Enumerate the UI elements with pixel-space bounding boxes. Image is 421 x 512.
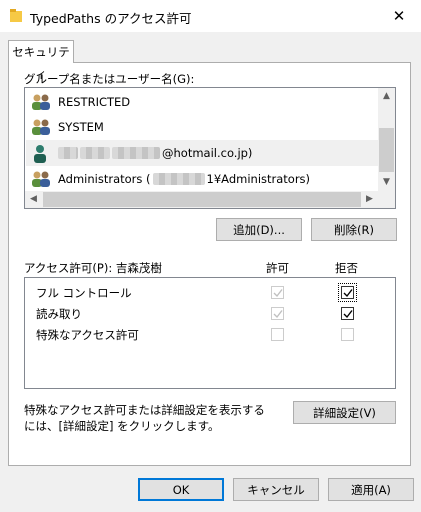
list-item[interactable]: RESTRICTED [26, 90, 378, 114]
deny-column-header: 拒否 [335, 261, 358, 275]
allow-full-control-checkbox[interactable] [271, 286, 284, 299]
permissions-list: フル コントロール 読み取り 特殊なアクセス許可 [24, 277, 396, 389]
checkmark-icon [343, 289, 353, 298]
redacted-text [112, 147, 160, 159]
scroll-thumb[interactable] [379, 128, 394, 172]
list-item-label: RESTRICTED [58, 95, 131, 109]
advanced-hint-line2: には、[詳細設定] をクリックします。 [24, 419, 220, 433]
redacted-text [152, 173, 205, 185]
scroll-down-icon[interactable]: ▼ [378, 174, 395, 191]
allow-column-header: 許可 [266, 261, 289, 275]
tab-security[interactable]: セキュリティ [8, 40, 74, 81]
redacted-text [80, 147, 110, 159]
user-icon [34, 145, 46, 163]
permission-name: フル コントロール [36, 286, 132, 300]
user-group-icon [32, 171, 50, 187]
user-group-icon [32, 119, 50, 135]
user-group-icon [32, 94, 50, 110]
advanced-hint-line1: 特殊なアクセス許可または詳細設定を表示する [24, 403, 265, 417]
scroll-right-icon[interactable]: ▶ [361, 191, 378, 208]
list-item[interactable]: SYSTEM [26, 115, 378, 139]
ok-button[interactable]: OK [138, 478, 224, 501]
close-button[interactable]: ✕ [377, 0, 421, 32]
permission-name: 読み取り [36, 307, 82, 321]
checkmark-icon [343, 310, 353, 319]
allow-read-checkbox[interactable] [271, 307, 284, 320]
scroll-corner [378, 191, 395, 208]
remove-button[interactable]: 削除(R) [311, 218, 397, 241]
advanced-button[interactable]: 詳細設定(V) [293, 401, 396, 424]
deny-full-control-checkbox[interactable] [338, 283, 357, 302]
groups-label: グループ名またはユーザー名(G): [24, 72, 195, 86]
list-item-selected[interactable]: @hotmail.co.jp) [26, 140, 378, 166]
window-title: TypedPaths のアクセス許可 [30, 11, 192, 26]
deny-read-checkbox[interactable] [341, 307, 354, 320]
list-item-label-suffix: 1¥Administrators) [206, 172, 311, 186]
checkmark-icon [273, 289, 283, 298]
scroll-up-icon[interactable]: ▲ [378, 88, 395, 105]
cancel-button[interactable]: キャンセル [233, 478, 319, 501]
apply-button[interactable]: 適用(A) [328, 478, 414, 501]
scroll-left-icon[interactable]: ◀ [25, 191, 42, 208]
vertical-scrollbar[interactable]: ▲ ▼ [378, 88, 395, 191]
permissions-label: アクセス許可(P): 吉森茂樹 [24, 261, 162, 275]
deny-special-checkbox[interactable] [341, 328, 354, 341]
permission-name: 特殊なアクセス許可 [36, 328, 139, 342]
groups-listbox[interactable]: RESTRICTED SYSTEM @hotmail.co.jp) Admini… [24, 87, 396, 209]
scroll-thumb[interactable] [43, 192, 361, 207]
list-item-label: @hotmail.co.jp) [162, 146, 253, 160]
horizontal-scrollbar[interactable]: ◀ ▶ [25, 191, 378, 208]
checkmark-icon [273, 310, 283, 319]
redacted-text [58, 147, 78, 159]
close-icon: ✕ [392, 7, 406, 25]
allow-special-checkbox[interactable] [271, 328, 284, 341]
list-item[interactable]: Administrators ( 1¥Administrators) [26, 167, 378, 191]
folder-icon [10, 9, 22, 22]
list-item-label: SYSTEM [58, 120, 104, 134]
title-bar: TypedPaths のアクセス許可 ✕ [0, 0, 421, 32]
list-item-label: Administrators ( [58, 172, 151, 186]
add-button[interactable]: 追加(D)... [216, 218, 302, 241]
